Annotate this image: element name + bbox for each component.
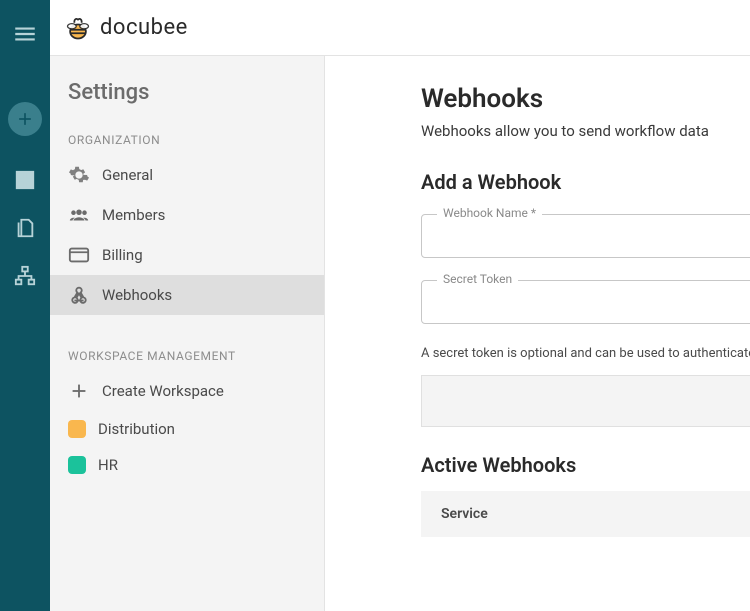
sidebar-item-webhooks[interactable]: Webhooks bbox=[50, 275, 324, 315]
sidebar-item-general[interactable]: General bbox=[50, 155, 324, 195]
table-col-service: Service bbox=[441, 506, 488, 522]
topbar: docubee bbox=[50, 0, 750, 56]
page-title: Webhooks bbox=[421, 84, 750, 114]
add-button[interactable] bbox=[8, 102, 42, 136]
hamburger-icon bbox=[12, 21, 38, 47]
credit-card-icon bbox=[68, 244, 90, 266]
brand-logo[interactable]: docubee bbox=[64, 14, 188, 42]
dashboard-icon bbox=[14, 169, 36, 191]
nav-rail bbox=[0, 0, 50, 611]
sidebar-item-label: Billing bbox=[102, 246, 143, 264]
plus-icon bbox=[15, 109, 35, 129]
page-subtitle: Webhooks allow you to send workflow data bbox=[421, 122, 750, 140]
active-webhooks-heading: Active Webhooks bbox=[421, 453, 750, 477]
sidebar-title: Settings bbox=[50, 80, 324, 119]
members-icon bbox=[68, 204, 90, 226]
webhook-name-input[interactable] bbox=[421, 214, 750, 258]
sidebar-item-workspace-hr[interactable]: HR bbox=[50, 447, 324, 483]
sidebar-item-label: Create Workspace bbox=[102, 382, 224, 400]
gear-icon bbox=[68, 164, 90, 186]
settings-sidebar: Settings ORGANIZATION General Members Bi… bbox=[50, 56, 325, 611]
workspace-color-dot bbox=[68, 456, 86, 474]
secret-token-input[interactable] bbox=[421, 280, 750, 324]
nav-documents[interactable] bbox=[0, 204, 50, 252]
active-webhooks-table-header: Service bbox=[421, 491, 750, 537]
section-organization-label: ORGANIZATION bbox=[50, 119, 324, 155]
sitemap-icon bbox=[14, 265, 36, 287]
sidebar-item-label: Distribution bbox=[98, 420, 175, 438]
brand-name: docubee bbox=[100, 15, 188, 40]
sidebar-item-label: Webhooks bbox=[102, 286, 172, 304]
field-webhook-name-wrap: Webhook Name * bbox=[421, 214, 750, 258]
sidebar-item-workspace-distribution[interactable]: Distribution bbox=[50, 411, 324, 447]
documents-icon bbox=[14, 217, 36, 239]
bee-icon bbox=[64, 14, 92, 42]
sidebar-item-create-workspace[interactable]: Create Workspace bbox=[50, 371, 324, 411]
sidebar-item-billing[interactable]: Billing bbox=[50, 235, 324, 275]
sidebar-item-label: Members bbox=[102, 206, 165, 224]
form-heading: Add a Webhook bbox=[421, 170, 750, 194]
webhook-icon bbox=[68, 284, 90, 306]
sidebar-item-members[interactable]: Members bbox=[50, 195, 324, 235]
nav-workflows[interactable] bbox=[0, 252, 50, 300]
sidebar-item-label: HR bbox=[98, 456, 118, 474]
helper-text: A secret token is optional and can be us… bbox=[421, 346, 750, 361]
url-target-box[interactable] bbox=[421, 375, 750, 427]
nav-dashboard[interactable] bbox=[0, 156, 50, 204]
main-panel: Webhooks Webhooks allow you to send work… bbox=[325, 56, 750, 611]
plus-icon bbox=[68, 380, 90, 402]
field-label: Webhook Name * bbox=[437, 206, 542, 220]
field-label: Secret Token bbox=[437, 272, 518, 286]
workspace-color-dot bbox=[68, 420, 86, 438]
hamburger-menu-button[interactable] bbox=[0, 10, 50, 58]
field-secret-token-wrap: Secret Token bbox=[421, 280, 750, 324]
section-workspace-label: WORKSPACE MANAGEMENT bbox=[50, 335, 324, 371]
sidebar-item-label: General bbox=[102, 166, 153, 184]
